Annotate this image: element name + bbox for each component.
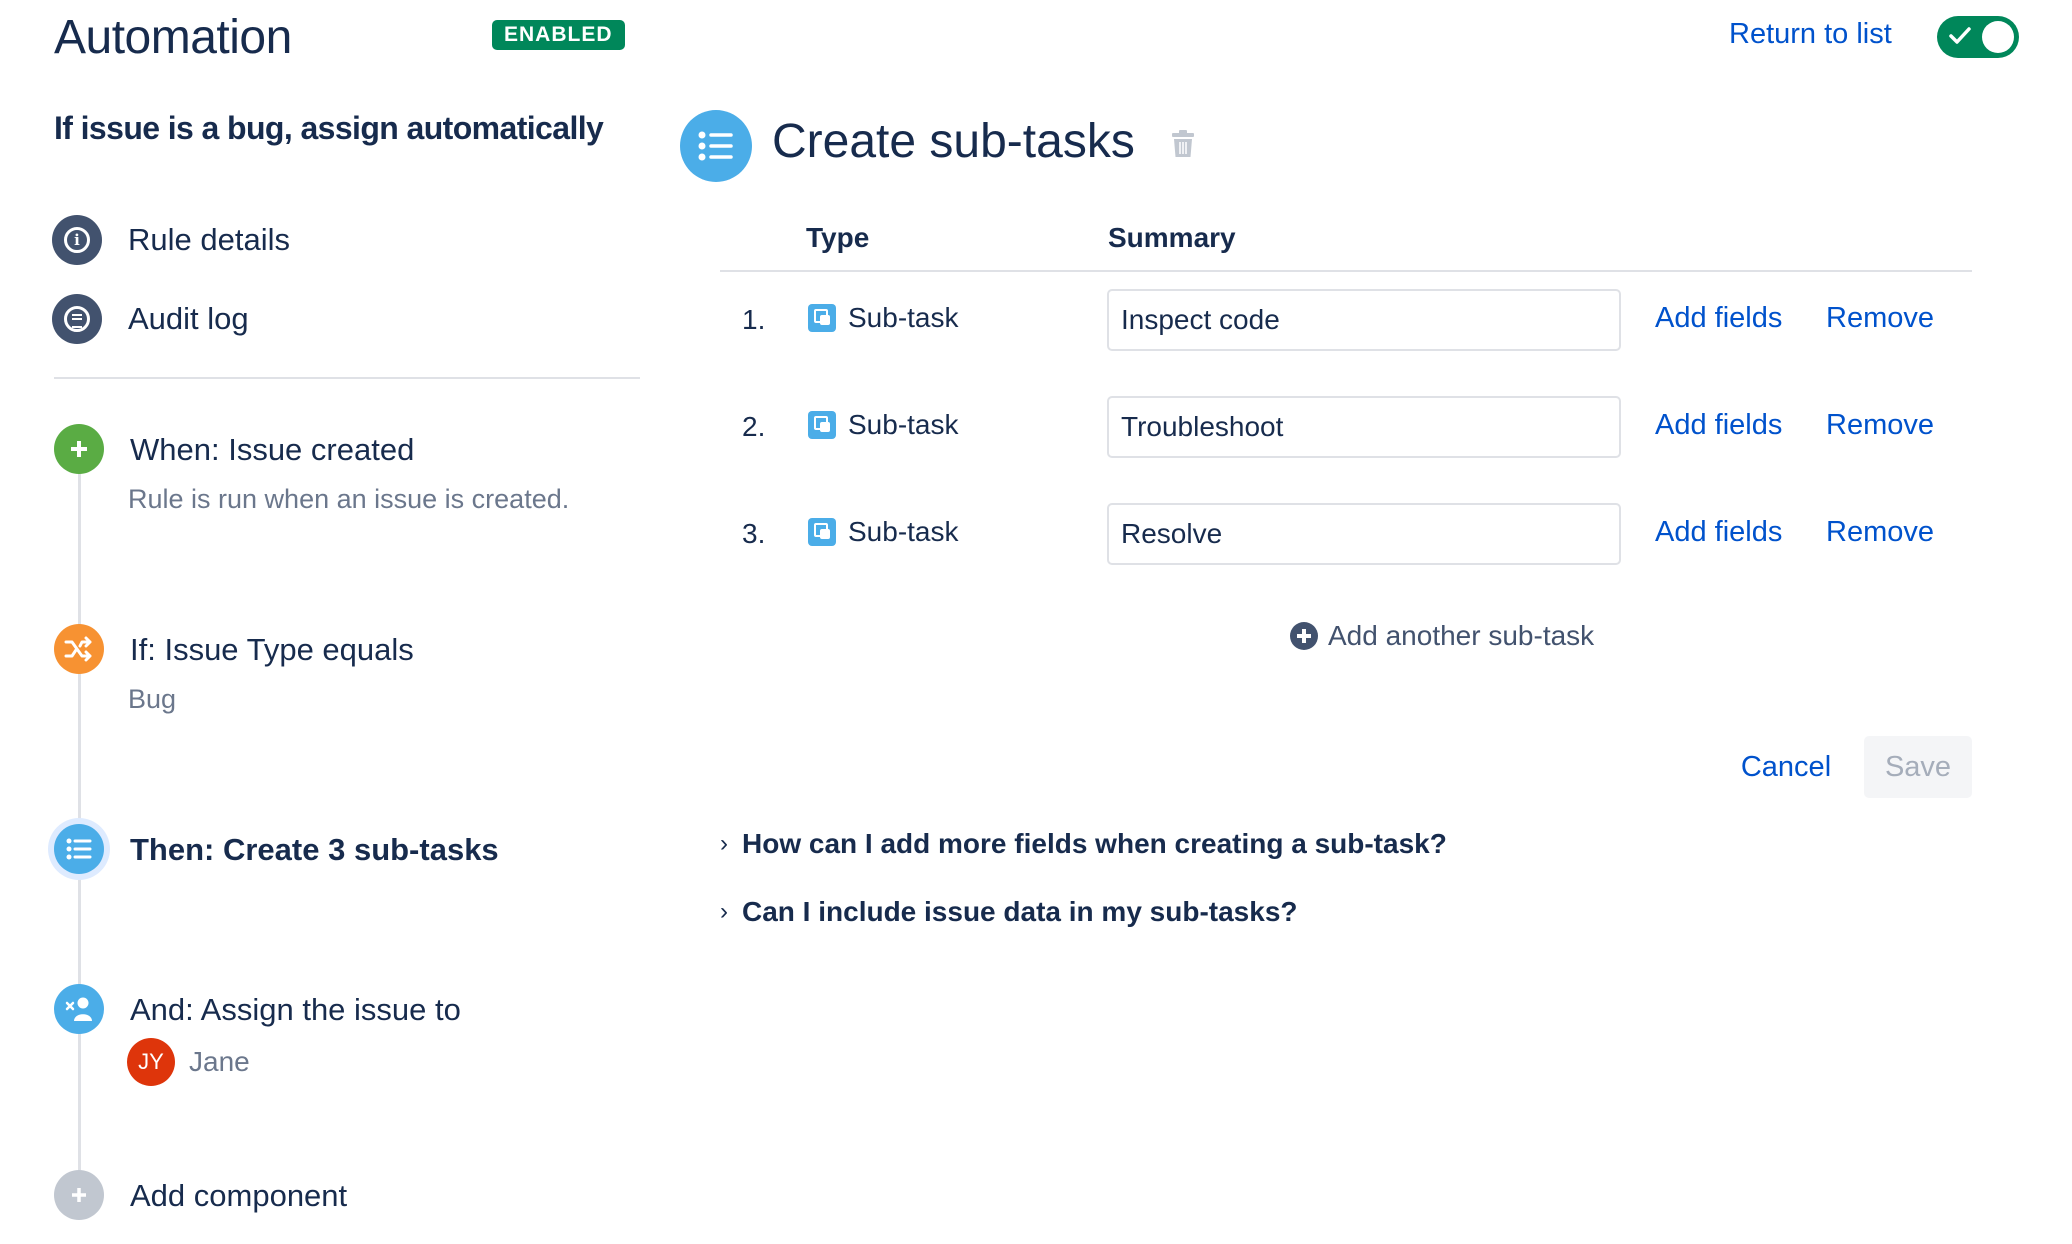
plus-icon[interactable] [54, 1170, 104, 1220]
return-to-list-link[interactable]: Return to list [1729, 18, 1892, 51]
step-trigger-desc: Rule is run when an issue is created. [128, 484, 570, 514]
assignee-name: Jane [189, 1046, 250, 1077]
step-action-title[interactable]: Then: Create 3 sub-tasks [130, 832, 499, 868]
cancel-button[interactable]: Cancel [1726, 736, 1846, 798]
list-icon[interactable] [54, 824, 104, 874]
add-another-subtask-button[interactable]: Add another sub-task [1290, 620, 1594, 652]
add-fields-link[interactable]: Add fields [1655, 302, 1782, 335]
list-icon [680, 110, 752, 182]
add-fields-link[interactable]: Add fields [1655, 516, 1782, 549]
row-number: 3. [742, 518, 766, 549]
save-button[interactable]: Save [1864, 736, 1972, 798]
row-number: 2. [742, 411, 766, 442]
assignee: JY Jane [127, 1038, 250, 1086]
faq-label: Can I include issue data in my sub-tasks… [742, 896, 1298, 927]
rule-name: If issue is a bug, assign automatically [54, 110, 604, 146]
rule-enabled-toggle[interactable] [1937, 16, 2019, 58]
remove-link[interactable]: Remove [1826, 516, 1934, 549]
remove-link[interactable]: Remove [1826, 409, 1934, 442]
summary-input[interactable] [1107, 503, 1621, 565]
subtask-icon [808, 411, 836, 439]
step-condition-desc: Bug [128, 684, 177, 714]
shuffle-icon[interactable] [54, 624, 104, 674]
column-header-type: Type [806, 222, 870, 253]
remove-link[interactable]: Remove [1826, 302, 1934, 335]
add-fields-link[interactable]: Add fields [1655, 409, 1782, 442]
list-icon [52, 294, 102, 344]
plus-circle-icon [1290, 622, 1318, 650]
row-type[interactable]: Sub-task [808, 302, 959, 334]
check-icon [1949, 27, 1971, 44]
subtask-icon [808, 304, 836, 332]
faq-label: How can I add more fields when creating … [742, 828, 1447, 859]
status-badge: ENABLED [492, 20, 625, 50]
timeline-line [78, 470, 81, 1170]
panel-title: Create sub-tasks [772, 115, 1135, 168]
faq-item[interactable]: › Can I include issue data in my sub-tas… [720, 896, 1298, 928]
summary-input[interactable] [1107, 396, 1621, 458]
info-icon: i [52, 215, 102, 265]
row-type-label: Sub-task [848, 409, 959, 440]
subtask-icon [808, 518, 836, 546]
row-type-label: Sub-task [848, 302, 959, 333]
sidebar-divider [54, 377, 640, 379]
toggle-knob [1982, 21, 2014, 53]
sidebar-item-label: Audit log [128, 301, 249, 336]
chevron-right-icon: › [720, 830, 728, 857]
trash-icon[interactable] [1172, 130, 1194, 158]
table-divider [720, 270, 1972, 272]
summary-input[interactable] [1107, 289, 1621, 351]
step-condition-title[interactable]: If: Issue Type equals [130, 632, 414, 668]
faq-item[interactable]: › How can I add more fields when creatin… [720, 828, 1447, 860]
add-another-label: Add another sub-task [1328, 620, 1595, 651]
add-component-button[interactable]: Add component [130, 1178, 347, 1214]
step-assign-title[interactable]: And: Assign the issue to [130, 992, 461, 1028]
row-type[interactable]: Sub-task [808, 409, 959, 441]
step-trigger-title[interactable]: When: Issue created [130, 432, 414, 468]
sidebar-item-label: Rule details [128, 222, 290, 257]
plus-icon[interactable] [54, 424, 104, 474]
column-header-summary: Summary [1108, 222, 1236, 253]
assign-user-icon[interactable] [54, 984, 104, 1034]
sidebar-item-rule-details[interactable]: i Rule details [52, 214, 290, 266]
chevron-right-icon: › [720, 898, 728, 925]
app-title: Automation [54, 11, 292, 64]
row-type[interactable]: Sub-task [808, 516, 959, 548]
avatar: JY [127, 1038, 175, 1086]
row-type-label: Sub-task [848, 516, 959, 547]
sidebar-item-audit-log[interactable]: Audit log [52, 293, 249, 345]
row-number: 1. [742, 304, 766, 335]
